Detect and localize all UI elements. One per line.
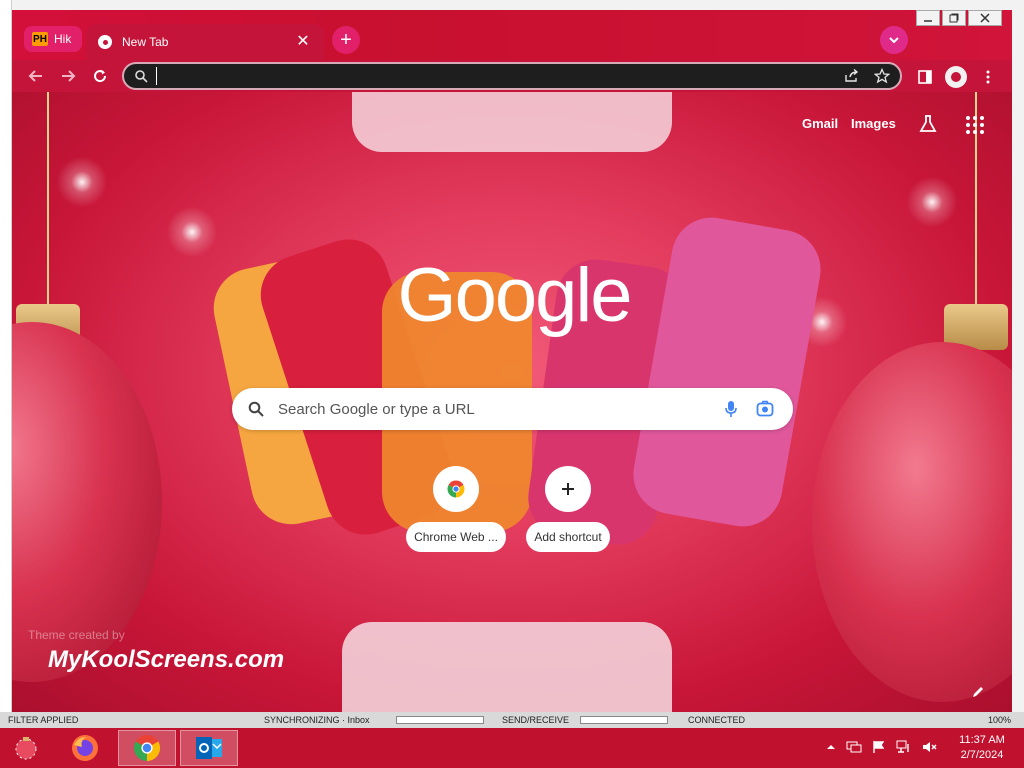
address-bar[interactable] [122, 62, 902, 90]
shortcut-label: Add shortcut [526, 522, 610, 552]
tray-overflow-icon[interactable] [826, 740, 836, 754]
theme-sparkle [902, 172, 962, 232]
theme-letter-shape [352, 92, 672, 152]
minimize-icon [924, 20, 932, 22]
search-icon [135, 70, 148, 83]
firefox-icon [72, 735, 98, 761]
ntp-search-box[interactable] [232, 388, 793, 430]
device-icon[interactable] [896, 740, 912, 754]
tab-group-label: Hik [54, 32, 72, 46]
taskbar-firefox[interactable] [56, 730, 114, 766]
tab-group-chip[interactable]: PH Hik [24, 26, 82, 52]
tab-new-tab[interactable]: New Tab ✕ [86, 24, 324, 60]
google-apps-icon[interactable] [966, 116, 984, 134]
background-app-edge [0, 0, 12, 715]
chevron-down-icon [889, 37, 899, 44]
plus-icon [545, 466, 591, 512]
new-tab-page: Gmail Images Google Search Google or typ… [12, 92, 1012, 715]
shortcut-chrome-web-store[interactable]: Chrome Web ... [404, 466, 508, 552]
chrome-web-store-icon [433, 466, 479, 512]
window-controls [916, 10, 1006, 28]
back-button[interactable] [24, 64, 48, 88]
google-lens-button[interactable] [753, 397, 777, 421]
menu-button[interactable] [978, 66, 998, 88]
shortcut-label: Chrome Web ... [406, 522, 506, 552]
theme-letter-shape [627, 211, 827, 533]
tab-close-icon[interactable]: ✕ [294, 33, 312, 51]
close-button[interactable] [968, 10, 1002, 26]
tab-search-button[interactable] [880, 26, 908, 54]
theme-letter-shape [342, 622, 672, 715]
watermark: MyKoolScreens.com [48, 646, 285, 673]
outlook-icon [196, 737, 222, 759]
microphone-icon [725, 401, 737, 417]
gmail-link[interactable]: Gmail [802, 116, 838, 131]
voice-search-button[interactable] [719, 397, 743, 421]
chrome-icon [133, 734, 161, 762]
reload-icon [94, 70, 107, 83]
send-receive-progress-bar [580, 716, 668, 724]
status-filter: FILTER APPLIED [8, 715, 79, 725]
forward-arrow-icon [62, 70, 76, 82]
theme-sparkle [52, 152, 112, 212]
ornament-ball [812, 342, 1012, 702]
taskbar-outlook[interactable] [180, 730, 238, 766]
status-sync: SYNCHRONIZING · Inbox [264, 715, 370, 725]
customize-button[interactable] [968, 682, 988, 702]
ntp-search-input[interactable] [278, 400, 719, 418]
images-link[interactable]: Images [851, 116, 896, 131]
theme-credit[interactable]: Theme created by [28, 628, 125, 642]
minimize-button[interactable] [916, 10, 940, 26]
start-button[interactable] [0, 730, 52, 766]
status-send-receive: SEND/RECEIVE [502, 715, 570, 725]
close-icon [980, 13, 990, 23]
forward-button[interactable] [56, 64, 80, 88]
bookmark-star-icon[interactable] [874, 68, 890, 84]
taskbar-clock[interactable]: 11:37 AM 2/7/2024 [952, 733, 1012, 763]
network-icon[interactable] [846, 740, 862, 754]
tab-strip: PH Hik New Tab ✕ + [12, 10, 1012, 60]
flag-icon[interactable] [872, 740, 886, 754]
status-connected: CONNECTED [688, 715, 746, 725]
new-tab-button[interactable]: + [332, 26, 360, 54]
restore-icon [949, 13, 959, 23]
outlook-status-bar: FILTER APPLIED SYNCHRONIZING · Inbox SEN… [0, 712, 1024, 728]
search-icon [248, 401, 264, 417]
status-zoom: 100% [988, 715, 1012, 725]
volume-muted-icon[interactable] [922, 740, 938, 754]
address-input[interactable] [156, 67, 830, 85]
tab-title: New Tab [122, 35, 169, 49]
system-tray [826, 740, 938, 754]
avatar [945, 66, 967, 88]
side-panel-button[interactable] [914, 66, 936, 88]
clock-time: 11:37 AM [959, 734, 1005, 746]
profile-button[interactable] [945, 66, 967, 88]
taskbar: 11:37 AM 2/7/2024 [0, 728, 1024, 768]
maximize-button[interactable] [942, 10, 966, 26]
browser-toolbar [12, 60, 1012, 92]
google-logo: Google [397, 253, 632, 338]
back-arrow-icon [28, 70, 42, 82]
camera-lens-icon [756, 400, 774, 417]
sync-progress-bar [396, 716, 484, 724]
ph-logo-icon: PH [32, 32, 48, 46]
taskbar-chrome[interactable] [118, 730, 176, 766]
theme-sparkle [162, 202, 222, 262]
chrome-window: PH Hik New Tab ✕ + Gmail Images Google S… [12, 10, 1012, 715]
share-icon[interactable] [844, 69, 860, 83]
more-vert-icon [986, 70, 990, 84]
chrome-icon [98, 35, 112, 49]
reload-button[interactable] [88, 64, 112, 88]
labs-icon[interactable] [918, 114, 938, 134]
ornament-string [47, 92, 49, 306]
add-shortcut-button[interactable]: Add shortcut [516, 466, 620, 552]
start-ornament-icon [15, 737, 37, 760]
side-panel-icon [918, 70, 932, 84]
pencil-icon [973, 687, 983, 697]
clock-date: 2/7/2024 [960, 749, 1004, 761]
